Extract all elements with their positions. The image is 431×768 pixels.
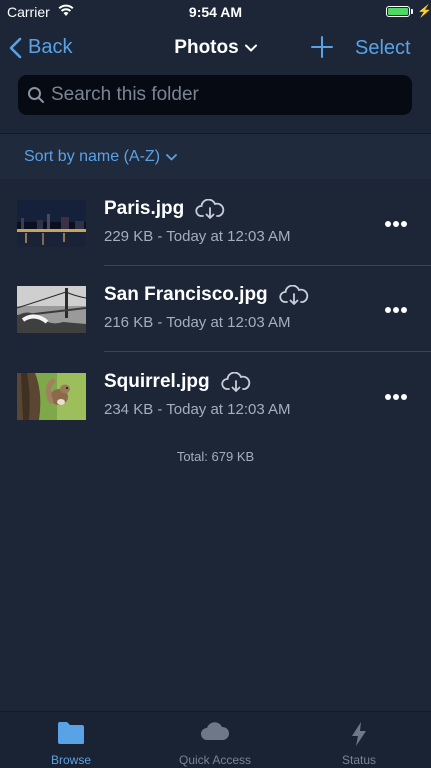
tab-browse[interactable]: Browse — [11, 712, 131, 768]
tab-status-label: Status — [341, 753, 377, 767]
row-divider — [104, 351, 431, 352]
file-row[interactable]: Paris.jpg 229 KB - Today at 12:03 AM — [0, 180, 431, 266]
battery-cap — [411, 9, 413, 14]
status-bar: Carrier 9:54 AM ⚡ — [0, 0, 431, 24]
total-size: Total: 679 KB — [176, 449, 255, 464]
more-options-button[interactable] — [385, 394, 407, 400]
tab-quick-access[interactable]: Quick Access — [155, 712, 275, 768]
file-name: San Francisco.jpg — [104, 284, 309, 306]
file-name-text: Squirrel.jpg — [104, 371, 210, 392]
battery-icon — [386, 6, 410, 17]
file-row[interactable]: San Francisco.jpg 216 KB - Today at 12:0… — [0, 266, 431, 352]
page-title: Photos — [174, 37, 239, 58]
more-options-button[interactable] — [385, 307, 407, 313]
add-icon[interactable] — [310, 35, 334, 59]
thumbnail-image — [17, 373, 86, 420]
file-name: Paris.jpg — [104, 198, 225, 220]
file-name: Squirrel.jpg — [104, 371, 251, 393]
cloud-download-icon — [220, 372, 250, 392]
file-name-text: Paris.jpg — [104, 198, 185, 219]
file-meta: 229 KB - Today at 12:03 AM — [104, 228, 291, 245]
tab-status[interactable]: Status — [299, 712, 419, 768]
chevron-down-icon — [244, 44, 257, 52]
sort-label: Sort by name (A-Z) — [24, 148, 161, 165]
lightning-icon — [352, 722, 366, 746]
file-name-text: San Francisco.jpg — [104, 284, 268, 305]
tab-browse-label: Browse — [50, 753, 91, 767]
folder-icon — [58, 722, 84, 744]
thumbnail-image — [17, 200, 86, 247]
file-row[interactable]: Squirrel.jpg 234 KB - Today at 12:03 AM — [0, 353, 431, 439]
sort-button[interactable]: Sort by name (A-Z) — [24, 148, 177, 166]
more-options-button[interactable] — [385, 221, 407, 227]
file-meta: 234 KB - Today at 12:03 AM — [104, 401, 291, 418]
tab-bar: Browse Quick Access Status — [0, 711, 431, 768]
search-icon — [28, 87, 44, 103]
chevron-down-icon — [166, 153, 177, 160]
search-field[interactable] — [18, 75, 412, 115]
search-input[interactable] — [51, 75, 401, 115]
select-button[interactable]: Select — [355, 37, 411, 60]
clock: 9:54 AM — [188, 4, 243, 20]
sort-bar: Sort by name (A-Z) — [0, 134, 431, 179]
cloud-icon — [201, 722, 230, 740]
tab-quick-access-label: Quick Access — [178, 753, 252, 767]
cloud-download-icon — [279, 285, 308, 305]
navigation-bar: Back Photos Select — [0, 24, 431, 72]
cloud-download-icon — [195, 199, 225, 219]
file-meta: 216 KB - Today at 12:03 AM — [104, 314, 291, 331]
charging-icon: ⚡ — [417, 4, 431, 18]
thumbnail-image — [17, 286, 86, 333]
